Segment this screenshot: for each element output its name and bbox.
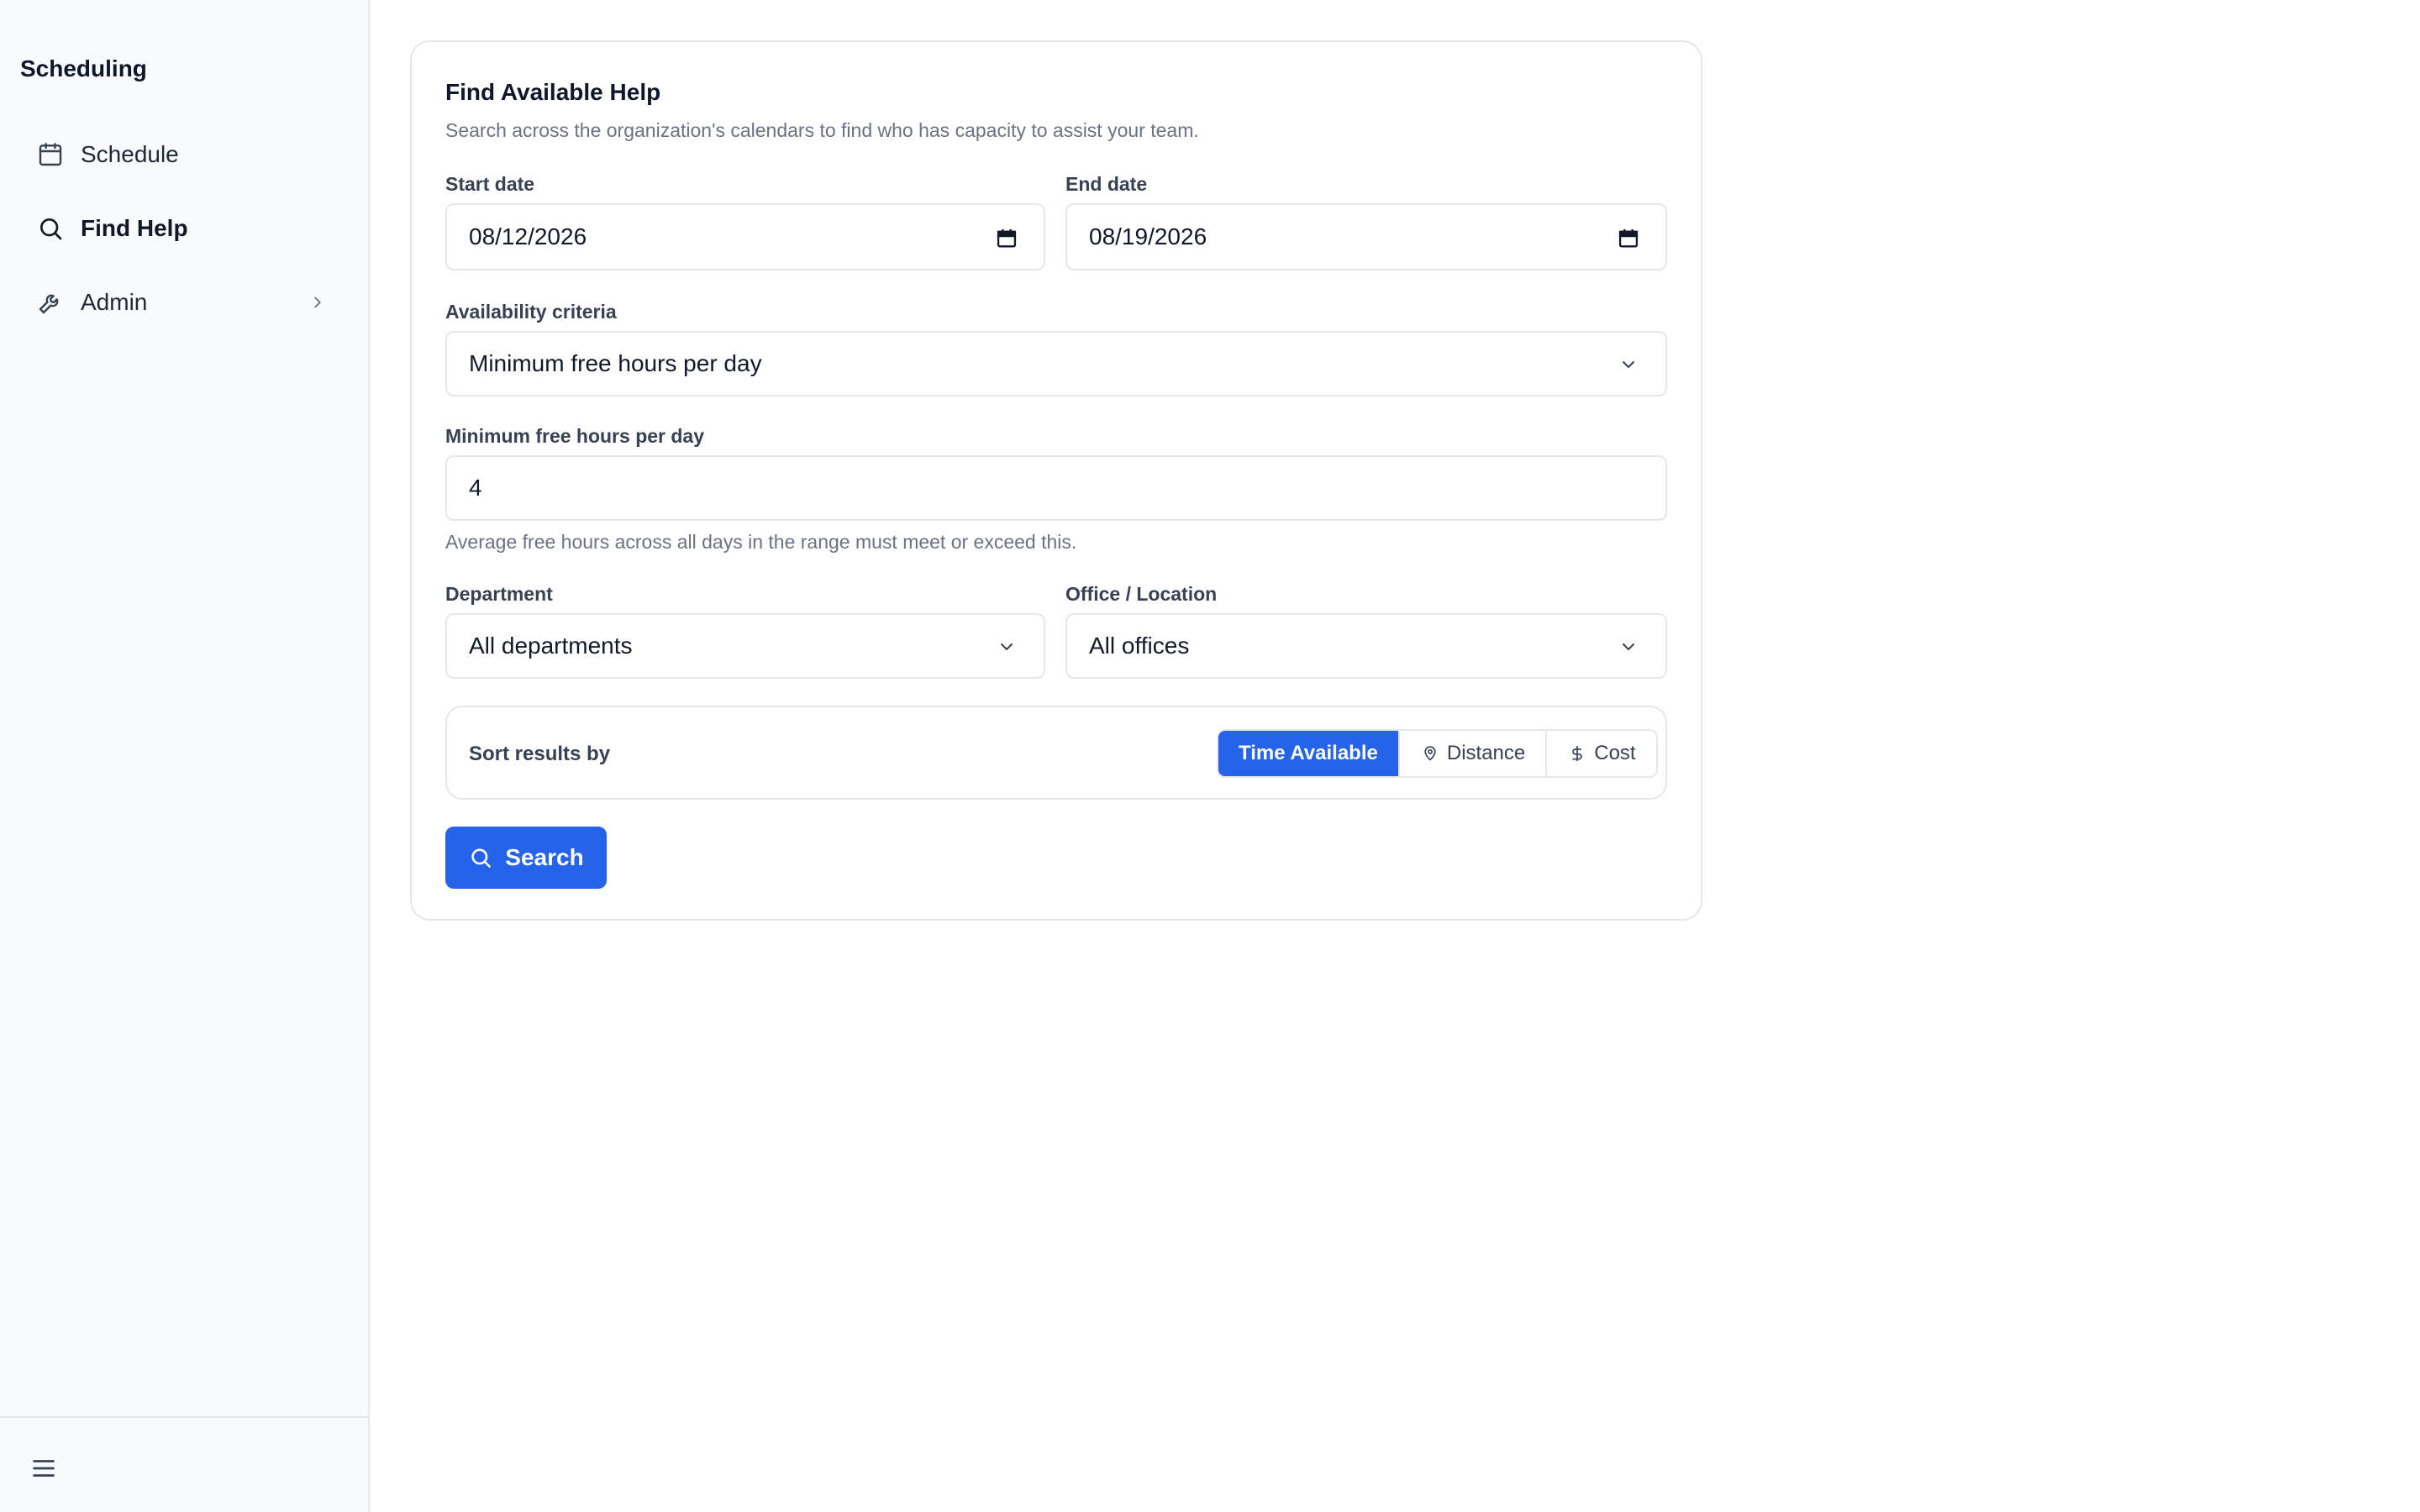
sort-option-label: Cost [1594,742,1636,764]
sort-label: Sort results by [469,743,611,765]
sidebar-item-schedule[interactable]: Schedule [20,124,350,185]
sidebar-item-label: Find Help [81,215,188,241]
min-hours-value: 4 [469,475,482,501]
office-select[interactable]: All offices [1065,613,1667,679]
chevron-down-icon [992,632,1022,662]
start-date-label: Start date [445,173,535,195]
department-value: All departments [469,633,633,659]
min-hours-label: Minimum free hours per day [445,425,705,447]
department-label: Department [445,583,553,605]
sidebar-item-admin[interactable]: Admin [20,272,350,333]
sidebar-item-label: Admin [81,289,148,315]
app-brand: Scheduling [20,55,147,81]
sort-option-distance[interactable]: Distance [1399,731,1548,776]
find-help-card: Find Available Help Search across the or… [410,40,1702,921]
page-subtitle: Search across the organization's calenda… [445,119,1199,141]
end-date-label: End date [1065,173,1148,195]
criteria-value: Minimum free hours per day [469,350,762,376]
min-hours-input[interactable]: 4 [445,455,1667,521]
sort-option-label: Time Available [1239,742,1378,764]
chevron-down-icon [1613,632,1644,662]
office-label: Office / Location [1065,583,1218,605]
page-title: Find Available Help [445,79,661,105]
chevron-down-icon [1613,349,1644,380]
office-value: All offices [1089,633,1190,659]
search-button[interactable]: Search [445,827,607,889]
sidebar-item-label: Schedule [81,141,179,167]
sort-option-cost[interactable]: Cost [1547,731,1656,776]
sidebar-item-find-help[interactable]: Find Help [20,198,350,259]
min-hours-hint: Average free hours across all days in th… [445,531,1077,553]
criteria-select[interactable]: Minimum free hours per day [445,331,1667,396]
wrench-icon [34,286,67,319]
calendar-icon [34,138,67,171]
start-date-input[interactable]: 08/12/2026 [445,203,1045,270]
search-icon [468,845,493,870]
sort-option-time-available[interactable]: Time Available [1218,731,1400,776]
chevron-right-icon [304,289,331,316]
search-button-label: Search [505,844,584,870]
calendar-picker-icon[interactable] [1613,223,1644,254]
calendar-picker-icon[interactable] [992,223,1022,254]
search-icon [34,212,67,245]
map-pin-icon [1420,743,1440,764]
app-root: Scheduling Schedule Find Help Admin Find… [0,0,2420,1512]
sort-segmented-control: Time Available Distance Cost [1217,729,1658,778]
start-date-value: 08/12/2026 [469,223,587,249]
end-date-input[interactable]: 08/19/2026 [1065,203,1667,270]
department-select[interactable]: All departments [445,613,1045,679]
sidebar: Scheduling Schedule Find Help Admin [0,0,370,1512]
sidebar-footer [0,1416,370,1512]
sort-panel: Sort results by Time Available Distance … [445,706,1667,800]
criteria-label: Availability criteria [445,301,617,323]
sort-option-label: Distance [1446,742,1526,764]
menu-icon[interactable] [24,1448,64,1488]
end-date-value: 08/19/2026 [1089,223,1207,249]
dollar-icon [1567,743,1587,764]
